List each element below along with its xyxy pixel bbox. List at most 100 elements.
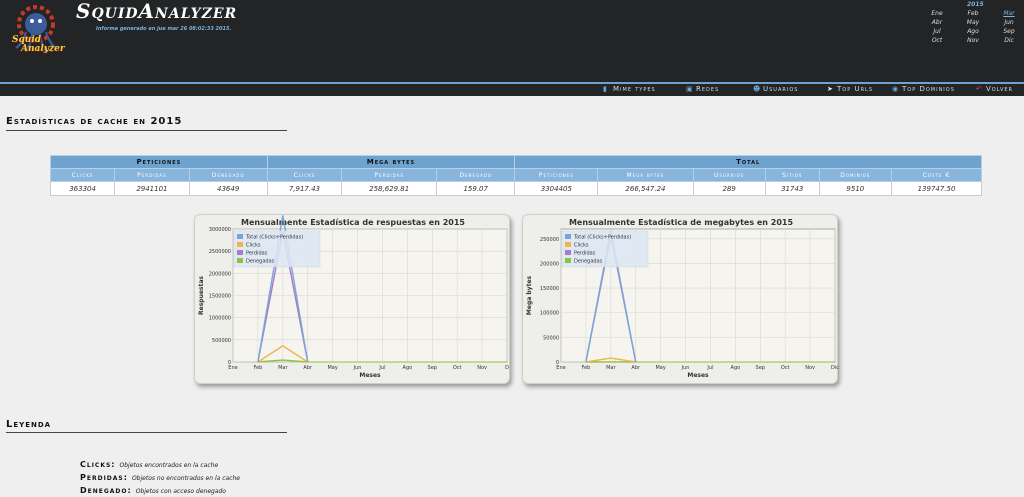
menu-item-label: Volver <box>986 85 1014 93</box>
responses-chart-panel: Mensualmente Estadística de respuestas e… <box>194 214 510 384</box>
x-tick-label: Ago <box>403 365 413 371</box>
menu-mime-types[interactable]: ▮ Mime types <box>603 85 656 93</box>
section-divider <box>6 432 287 433</box>
menu-top-urls[interactable]: ➤ Top Urls <box>827 85 873 93</box>
y-tick-label: 200000 <box>540 261 559 267</box>
megabytes-chart-panel: Mensualmente Estadística de megabytes en… <box>522 214 839 384</box>
calendar-month-dic: Dic <box>1004 37 1014 44</box>
y-tick-label: 50000 <box>543 335 559 341</box>
legend-definition-row: Perdidas: Objetos no encontrados en la ca… <box>80 473 240 486</box>
menu-item-label: Top Urls <box>837 85 874 93</box>
column-header: Perdidas <box>341 168 438 182</box>
back-arrow-icon: ↶ <box>976 84 983 93</box>
column-header: Mega bytes <box>597 168 694 182</box>
chart-title: Mensualmente Estadística de respuestas e… <box>241 218 465 227</box>
legend-swatch-clicks <box>565 242 571 247</box>
y-tick-label: 3000000 <box>209 227 231 233</box>
column-header: Peticiones <box>514 168 599 182</box>
legend-title: Leyenda <box>6 419 52 430</box>
calendar-month-oct: Oct <box>931 37 943 44</box>
calendar-month-mar[interactable]: Mar <box>991 10 1024 17</box>
calendar-months: Ene Feb Mar Abr May Jun Jul Ago Sep Oct Nov Dic <box>919 10 1024 44</box>
legend-swatch-total <box>565 234 571 239</box>
legend-swatch-denegadas <box>565 258 571 263</box>
nav-menubar: ▮ Mime types ▣ Redes ☻ Usuarios ➤ Top Urls ◉ Top … <box>0 82 1024 96</box>
menu-usuarios[interactable]: ☻ Usuarios <box>753 85 798 93</box>
x-tick-label: Dic <box>831 365 839 371</box>
calendar-month-ago: Ago <box>967 28 979 35</box>
legend-swatch-perdidas <box>237 250 243 255</box>
table-cell: 2941101 <box>114 181 190 196</box>
table-cell: 3304405 <box>514 181 599 196</box>
legend-label: Perdidas <box>574 251 596 257</box>
y-tick-label: 100000 <box>540 311 559 317</box>
x-axis-title: Meses <box>687 372 709 379</box>
report-generated-text: Informe generado en jue mar 26 08:02:33 … <box>96 26 232 32</box>
table-cell: 139747.50 <box>891 181 982 196</box>
y-tick-label: 250000 <box>540 237 559 243</box>
legend-label: Total (Clicks+Perdidas) <box>573 235 631 241</box>
calendar-month-nov: Nov <box>967 37 979 44</box>
column-header: Clicks <box>49 168 116 182</box>
brand-title: SquidAnalyzer <box>76 0 238 23</box>
table-cell: 289 <box>692 181 766 196</box>
menu-item-label: Mime types <box>613 85 656 93</box>
menu-redes[interactable]: ▣ Redes <box>686 85 719 93</box>
x-tick-label: Mar <box>606 365 616 371</box>
section-divider <box>6 130 287 131</box>
table-cell: 7,917.43 <box>266 181 343 196</box>
logo-text-line-2: Analyzer <box>21 44 65 54</box>
x-tick-label: Ene <box>228 365 237 371</box>
legend-label: Clicks <box>246 243 261 249</box>
menu-volver[interactable]: ↶ Volver <box>976 85 1013 93</box>
table-cell: 258,629.81 <box>341 181 438 196</box>
calendar-year-link[interactable]: 2015 <box>967 1 984 8</box>
y-tick-label: 2500000 <box>209 249 231 255</box>
legend-definitions: Clicks: Objetos encontrados en la cache Pe… <box>80 460 240 497</box>
megabytes-chart: Mensualmente Estadística de megabytes en… <box>526 218 839 379</box>
column-header: Denegado <box>188 168 268 182</box>
file-icon: ▮ <box>603 84 608 93</box>
user-icon: ☻ <box>753 84 762 93</box>
table-cell: 31743 <box>764 181 820 196</box>
y-tick-label: 1500000 <box>209 294 231 300</box>
calendar-month-jul: Jul <box>933 28 941 35</box>
x-tick-label: D <box>505 365 509 371</box>
legend-swatch-denegadas <box>237 258 243 263</box>
x-tick-label: Ene <box>556 365 565 371</box>
x-tick-label: Abr <box>631 365 641 371</box>
legend-label: Denegadas <box>246 259 275 265</box>
top-header: Squid Analyzer SquidAnalyzer Informe gen… <box>0 0 1024 82</box>
cache-stats-table: Peticiones Mega bytes Total Clicks Perdid… <box>49 155 982 196</box>
x-tick-label: Oct <box>453 365 462 371</box>
y-tick-label: 2000000 <box>209 271 231 277</box>
menu-item-label: Top Dominios <box>902 85 955 93</box>
menu-top-dominios[interactable]: ◉ Top Dominios <box>892 85 955 93</box>
x-tick-label: Mar <box>278 365 288 371</box>
legend-swatch-perdidas <box>565 250 571 255</box>
x-tick-label: Jul <box>378 365 385 371</box>
x-tick-label: Jun <box>353 365 362 371</box>
x-tick-label: Abr <box>303 365 313 371</box>
globe-icon: ◉ <box>892 84 900 93</box>
y-tick-label: 150000 <box>540 286 559 292</box>
x-tick-label: Jun <box>681 365 690 371</box>
column-header: Usuarios <box>692 168 766 182</box>
x-tick-label: Jul <box>706 365 713 371</box>
column-header: Perdidas <box>114 168 190 182</box>
table-cell: 9510 <box>818 181 893 196</box>
legend-label: Denegadas <box>574 259 603 265</box>
legend-label: Total (Clicks+Perdidas) <box>245 235 303 241</box>
column-header: Sitios <box>764 168 820 182</box>
x-tick-label: Nov <box>805 365 815 371</box>
column-header: Dominios <box>818 168 893 182</box>
logo-text: Squid Analyzer <box>12 36 65 54</box>
legend-label: Perdidas <box>246 251 268 257</box>
legend-key: Clicks: <box>80 460 116 469</box>
group-header-megabytes: Mega bytes <box>266 155 516 169</box>
x-tick-label: Feb <box>253 365 262 371</box>
legend-key: Denegado: <box>80 486 132 495</box>
table-cell: 159.07 <box>436 181 516 196</box>
legend-definition-row: Clicks: Objetos encontrados en la cache <box>80 460 240 473</box>
menu-item-label: Usuarios <box>763 85 799 93</box>
